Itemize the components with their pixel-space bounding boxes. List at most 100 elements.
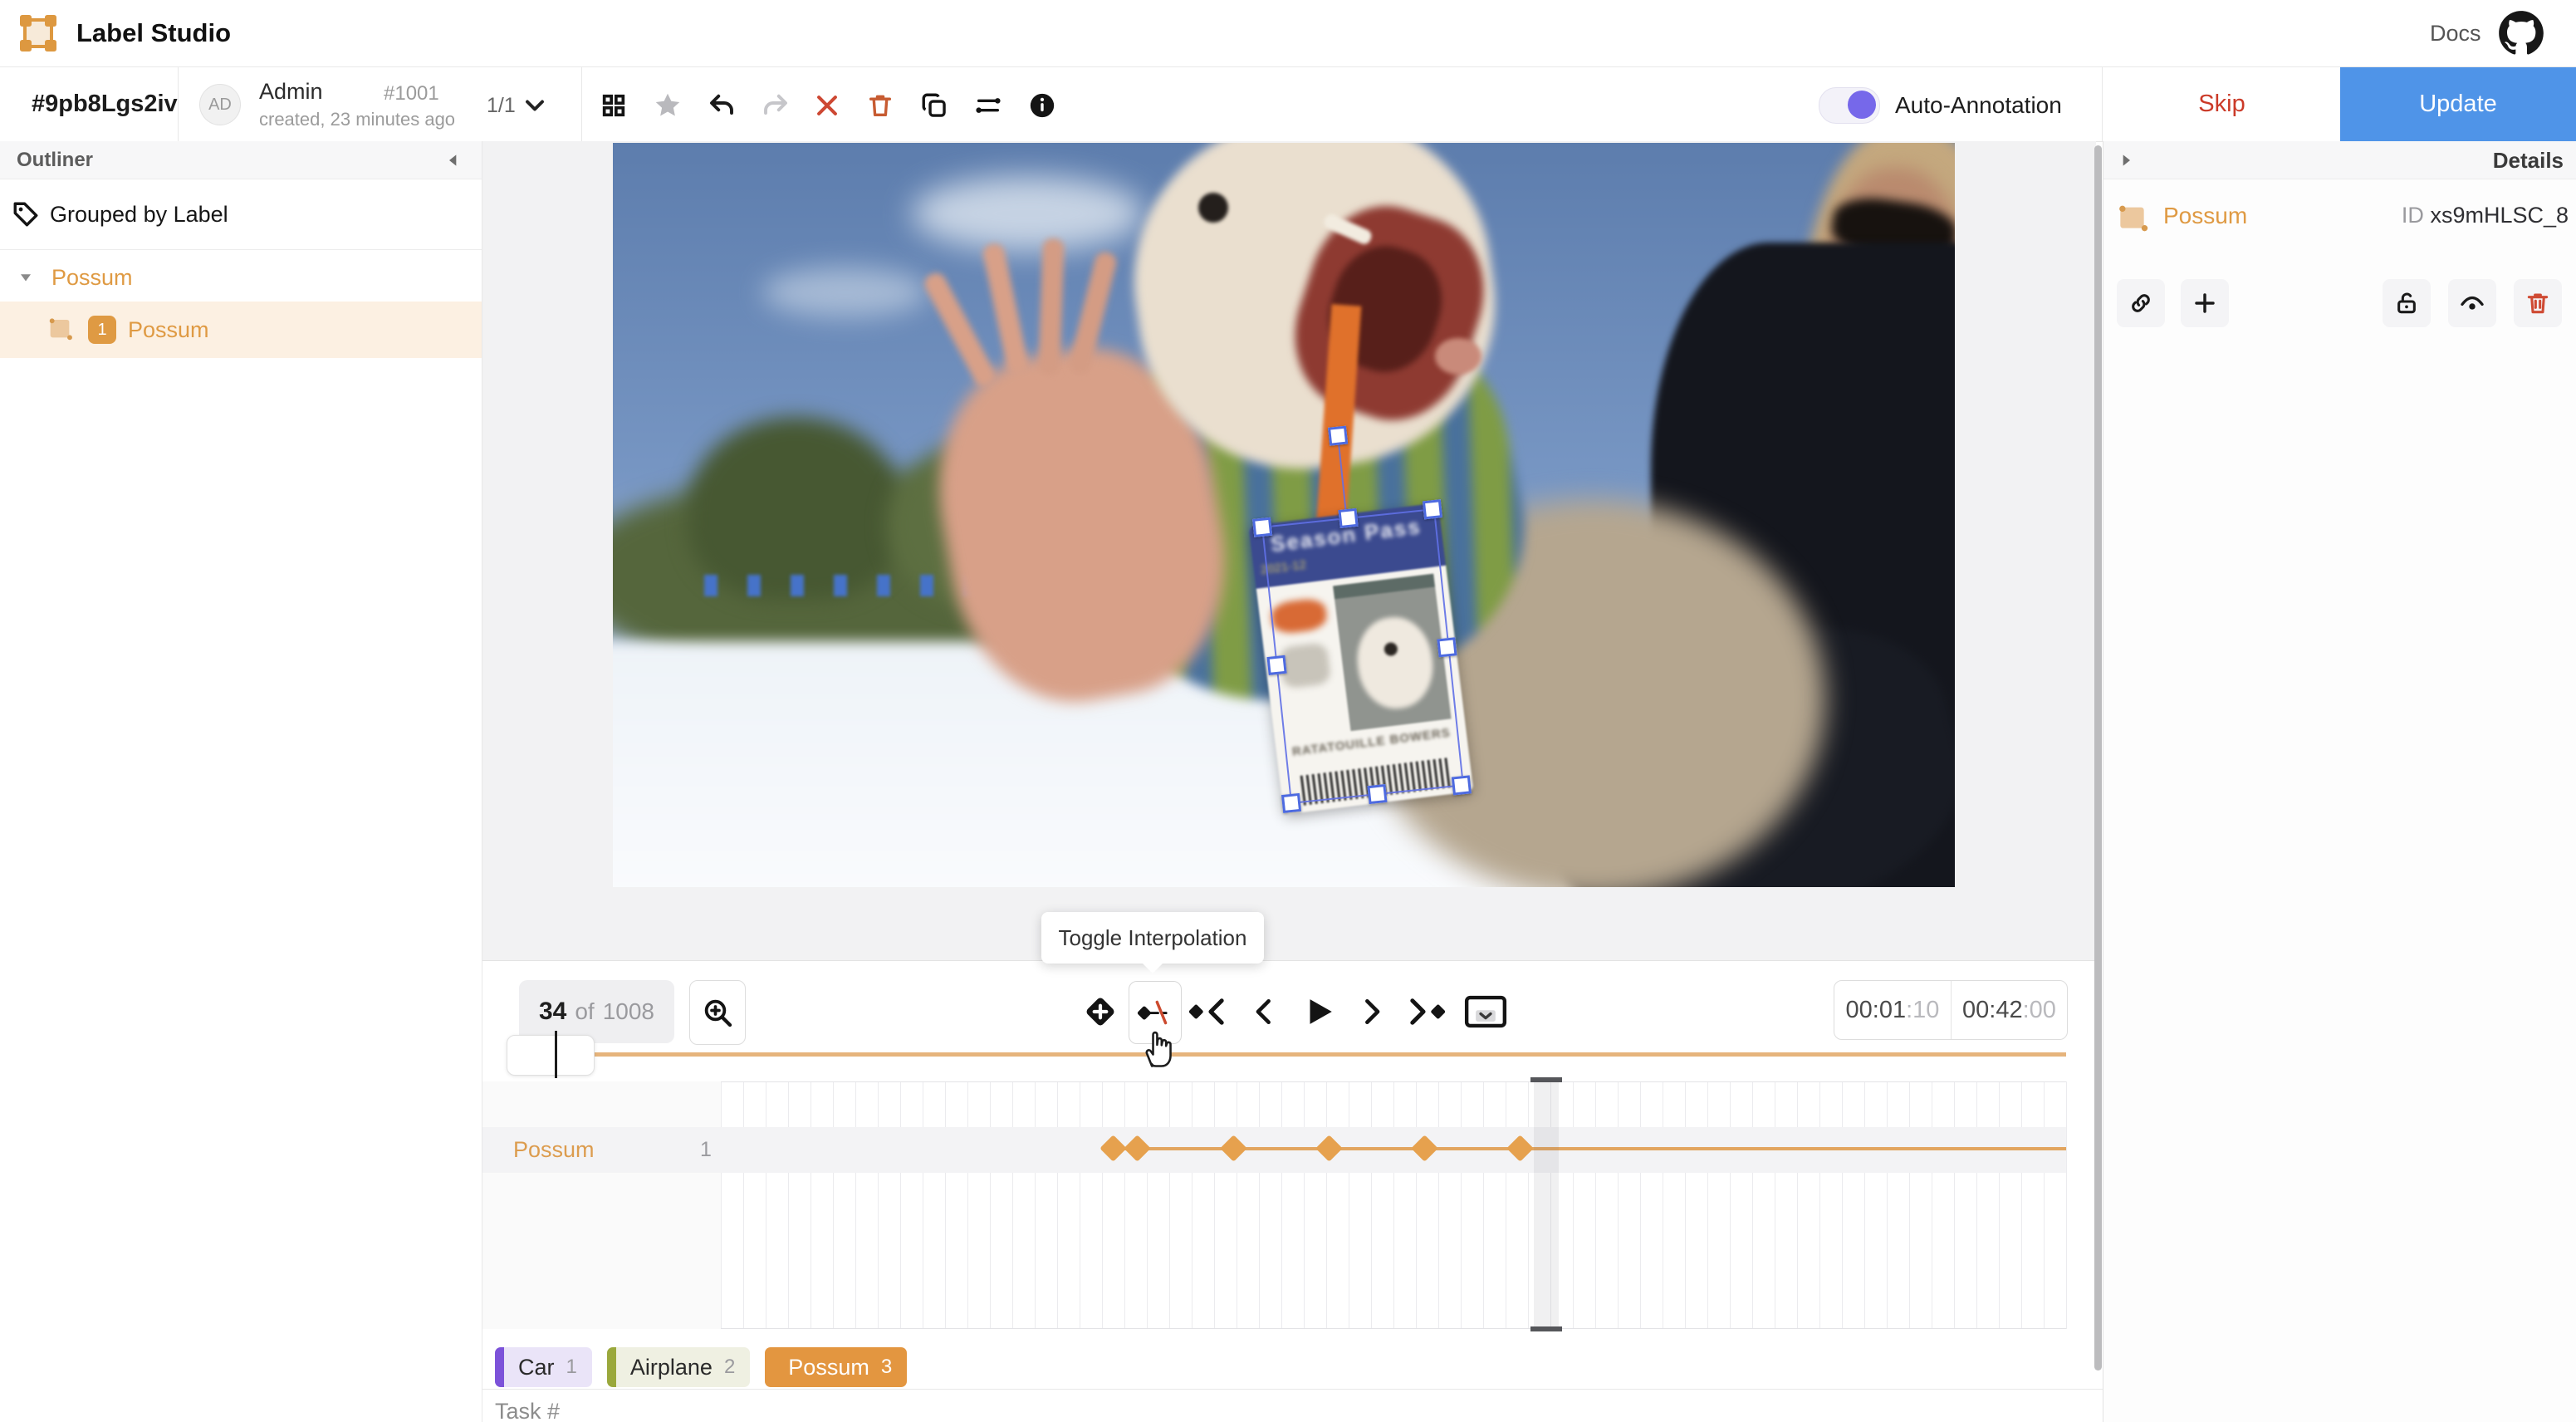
grid-line — [1416, 1081, 1417, 1329]
time-display: 00:01:10 00:42:00 — [1834, 980, 2068, 1040]
toggle-knob — [1848, 91, 1876, 119]
duplicate-button[interactable] — [914, 86, 954, 125]
playhead-cap-bottom[interactable] — [1530, 1326, 1562, 1331]
vertical-scrollbar[interactable] — [2094, 145, 2102, 1371]
grid-line — [990, 1081, 991, 1329]
label-chip-airplane[interactable]: Airplane2 — [607, 1347, 750, 1387]
label-chip-car[interactable]: Car1 — [495, 1347, 592, 1387]
grid-line — [1438, 1081, 1439, 1329]
timeline-collapse-button[interactable] — [1460, 992, 1511, 1032]
seek-line[interactable] — [531, 1052, 2066, 1057]
annotation-toolbar: #9pb8Lgs2iv AD Admin #1001 created, 23 m… — [0, 67, 2576, 142]
grid-line — [1124, 1081, 1125, 1329]
region-bbox-icon — [2118, 204, 2151, 233]
details-panel: Details Possum ID xs9mHLSC_8 — [2103, 141, 2576, 1422]
tree — [688, 417, 904, 600]
hide-region-button[interactable] — [2448, 279, 2496, 327]
rotation-handle[interactable] — [1328, 426, 1348, 446]
resize-handle-ne[interactable] — [1423, 499, 1442, 519]
grid-line — [945, 1081, 946, 1329]
star-button[interactable] — [648, 86, 688, 125]
label-chip-possum[interactable]: Possum3 — [765, 1347, 907, 1387]
seek-viewport-handle[interactable] — [507, 1035, 595, 1076]
toggle-interpolation-button[interactable] — [1129, 981, 1182, 1044]
github-icon[interactable] — [2498, 10, 2544, 56]
playhead-cap-top[interactable] — [1530, 1077, 1562, 1082]
lock-region-button[interactable] — [2383, 279, 2431, 327]
delete-region-button[interactable] — [2514, 279, 2562, 327]
avatar[interactable]: AD — [199, 84, 241, 125]
redo-button[interactable] — [756, 86, 796, 125]
resize-handle-w[interactable] — [1266, 655, 1286, 675]
group-row-possum[interactable]: Possum — [0, 253, 482, 302]
update-button[interactable]: Update — [2340, 67, 2576, 141]
grid-line — [1999, 1081, 2000, 1329]
region-bounding-box[interactable] — [1261, 508, 1464, 804]
zoom-in-button[interactable] — [689, 980, 746, 1045]
label-hotkey: 3 — [881, 1356, 907, 1379]
grid-line — [833, 1081, 834, 1329]
app-title: Label Studio — [76, 18, 231, 48]
grid-line — [743, 1081, 744, 1329]
frame-current: 34 — [539, 998, 566, 1026]
outliner-title: Outliner — [17, 149, 93, 172]
prev-keyframe-button[interactable] — [1188, 993, 1229, 1030]
grid-view-button[interactable] — [594, 86, 634, 125]
next-frame-button[interactable] — [1354, 993, 1390, 1030]
next-keyframe-button[interactable] — [1405, 993, 1447, 1030]
auto-annotation-toggle[interactable] — [1819, 87, 1880, 124]
link-region-button[interactable] — [2117, 279, 2165, 327]
skip-button[interactable]: Skip — [2102, 67, 2341, 141]
docs-link[interactable]: Docs — [2430, 21, 2481, 47]
resize-handle-s[interactable] — [1367, 784, 1387, 804]
grid-line — [1304, 1081, 1305, 1329]
resize-handle-nw[interactable] — [1252, 517, 1272, 537]
label-studio-logo-icon[interactable] — [18, 13, 58, 53]
grid-line — [900, 1081, 901, 1329]
add-meta-button[interactable] — [2181, 279, 2229, 327]
region-label: Possum — [128, 317, 209, 343]
timeline-playhead-column[interactable] — [1534, 1081, 1559, 1329]
top-bar: Label Studio Docs — [0, 0, 2576, 67]
add-keyframe-button[interactable] — [1077, 990, 1124, 1033]
collapse-left-icon[interactable] — [445, 152, 462, 169]
info-button[interactable] — [1022, 86, 1062, 125]
details-region-label: Possum — [2163, 203, 2247, 229]
grid-line — [1842, 1081, 1843, 1329]
chevron-down-icon[interactable] — [520, 91, 550, 120]
resize-handle-sw[interactable] — [1281, 793, 1301, 813]
resize-handle-se[interactable] — [1452, 775, 1472, 795]
grid-line — [1618, 1081, 1619, 1329]
grouping-label: Grouped by Label — [50, 202, 228, 228]
delete-button[interactable] — [860, 86, 900, 125]
created-ago: created, 23 minutes ago — [259, 109, 455, 130]
resize-handle-e[interactable] — [1437, 637, 1457, 657]
collapse-right-icon[interactable] — [2118, 152, 2134, 169]
undo-button[interactable] — [702, 86, 742, 125]
grid-line — [1707, 1081, 1708, 1329]
grid-line — [1057, 1081, 1058, 1329]
tooltip: Toggle Interpolation — [1041, 912, 1264, 964]
grid-line — [1259, 1081, 1260, 1329]
cloud — [912, 176, 1144, 251]
annotation-pager: 1/1 — [487, 94, 516, 118]
track-region-count: 1 — [700, 1138, 712, 1162]
frame-counter[interactable]: 34 of 1008 — [519, 980, 674, 1043]
relations-button[interactable] — [968, 86, 1008, 125]
region-row-possum[interactable]: 1 Possum — [0, 302, 482, 358]
grid-line — [1326, 1081, 1327, 1329]
reject-button[interactable] — [807, 86, 847, 125]
region-details-row[interactable]: Possum ID xs9mHLSC_8 — [2103, 179, 2576, 279]
grid-line — [1976, 1081, 1977, 1329]
triangle-down-icon[interactable] — [18, 270, 33, 285]
label-hotkey: 1 — [566, 1356, 592, 1379]
grouping-selector[interactable]: Grouped by Label — [0, 179, 482, 250]
seek-playhead[interactable] — [555, 1031, 557, 1078]
video-canvas[interactable]: Season Pass 2021-12 RATATOUILLE BOWERS — [613, 143, 1955, 887]
play-button[interactable] — [1297, 990, 1340, 1033]
resize-handle-n[interactable] — [1338, 508, 1358, 528]
region-index-badge: 1 — [88, 316, 116, 344]
prev-frame-button[interactable] — [1246, 993, 1282, 1030]
group-label: Possum — [51, 265, 133, 291]
grid-line — [1169, 1081, 1170, 1329]
